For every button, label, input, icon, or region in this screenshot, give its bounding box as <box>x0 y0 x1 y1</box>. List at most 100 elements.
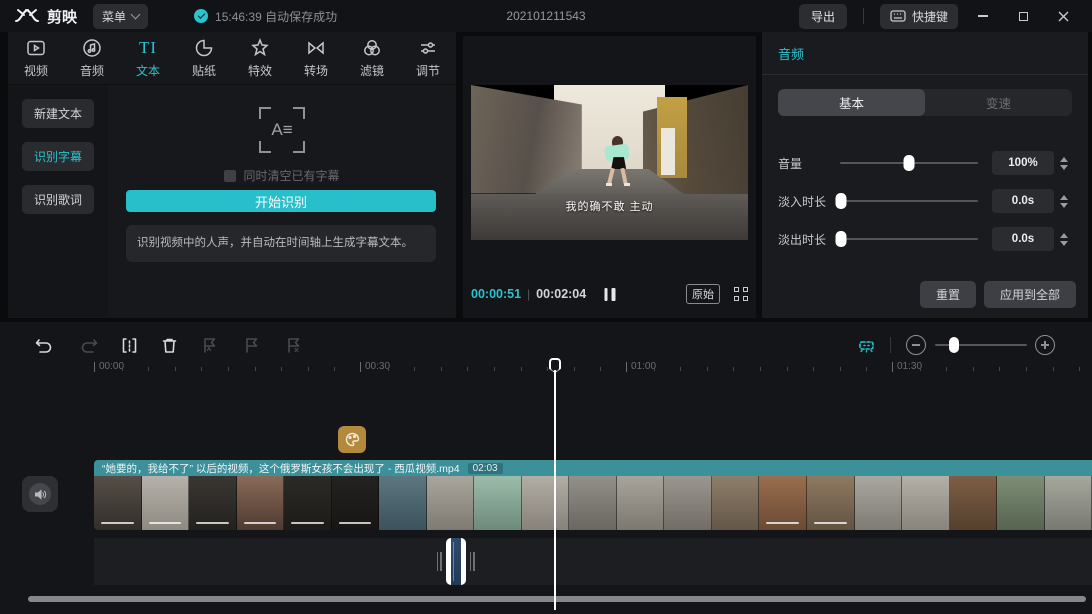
redo-button[interactable] <box>74 330 104 360</box>
fullscreen-button[interactable] <box>734 287 748 301</box>
auto-snap-button[interactable] <box>851 330 881 360</box>
undo-button[interactable] <box>28 330 58 360</box>
clip-thumbnail <box>854 476 903 530</box>
original-ratio-button[interactable]: 原始 <box>686 284 720 304</box>
recognition-description: 识别视频中的人声，并自动在时间轴上生成字幕文本。 <box>126 225 436 262</box>
close-icon <box>1058 11 1068 21</box>
jianying-logo-icon <box>15 9 39 22</box>
tab-adjust[interactable]: 调节 <box>400 32 456 84</box>
audio-icon <box>83 38 101 57</box>
timeline-zoom-slider[interactable] <box>935 337 1027 353</box>
total-time: 00:02:04 <box>536 287 587 301</box>
slider-handle[interactable] <box>835 193 847 209</box>
volume-value[interactable]: 100% <box>992 151 1054 175</box>
slider-handle[interactable] <box>835 231 847 247</box>
fade-out-value[interactable]: 0.0s <box>992 227 1054 251</box>
clip-thumbnail <box>94 476 142 530</box>
tab-basic[interactable]: 基本 <box>778 89 925 116</box>
text-recognition-icon: A≡ <box>259 107 305 153</box>
close-button[interactable] <box>1048 4 1078 28</box>
fullscreen-icon <box>734 287 739 292</box>
redo-icon <box>81 338 97 353</box>
speaker-icon <box>34 488 46 500</box>
zoom-in-button[interactable] <box>1035 335 1055 355</box>
app-logo: 剪映 <box>14 6 77 27</box>
split-button[interactable] <box>114 330 144 360</box>
fade-out-slider[interactable] <box>835 231 978 247</box>
volume-stepper[interactable] <box>1054 151 1074 175</box>
clip-right-handle[interactable] <box>470 552 475 571</box>
horizontal-scrollbar[interactable] <box>28 596 1086 602</box>
slider-handle[interactable] <box>903 155 915 171</box>
tab-transition[interactable]: 转场 <box>288 32 344 84</box>
delete-button[interactable] <box>154 330 184 360</box>
clip-thumbnail <box>616 476 665 530</box>
secondary-track[interactable] <box>94 538 1092 585</box>
clip-title: “她要的，我给不了” 以后的视频，这个俄罗斯女孩不会出现了 - 西瓜视频.mp4 <box>102 462 460 475</box>
sidebar-item-new-text[interactable]: 新建文本 <box>22 99 94 128</box>
pause-button[interactable] <box>604 287 615 301</box>
minimize-icon <box>978 15 988 17</box>
shortcuts-button[interactable]: 快捷键 <box>879 3 958 29</box>
tab-text[interactable]: TI 文本 <box>120 32 176 84</box>
maximize-icon <box>1018 11 1028 21</box>
media-sidebar: 新建文本 识别字幕 识别歌词 <box>8 85 108 317</box>
fade-in-row: 淡入时长 0.0s <box>778 189 1074 213</box>
clip-left-handle[interactable] <box>437 552 442 571</box>
clear-existing-subtitles-checkbox[interactable]: 同时清空已有字幕 <box>108 167 456 184</box>
clip-duration-badge: 02:03 <box>467 462 503 474</box>
start-recognition-button[interactable]: 开始识别 <box>126 190 436 212</box>
fade-in-stepper[interactable] <box>1054 189 1074 213</box>
fade-in-slider[interactable] <box>835 193 978 209</box>
apply-to-all-button[interactable]: 应用到全部 <box>983 281 1076 308</box>
sticker-icon <box>195 39 213 56</box>
reset-button[interactable]: 重置 <box>919 281 976 308</box>
split-icon <box>122 337 136 353</box>
fade-out-stepper[interactable] <box>1054 227 1074 251</box>
timeline-panel: 00:00 00:30 01:00 01:30 “她要的，我给不了” 以后的视频，这个… <box>0 322 1092 614</box>
volume-slider[interactable] <box>840 155 978 171</box>
media-tab-bar: 视频 音频 TI 文本 贴纸 特效 转场 滤镜 调节 <box>8 32 456 85</box>
maximize-button[interactable] <box>1008 4 1038 28</box>
tab-audio[interactable]: 音频 <box>64 32 120 84</box>
clip-thumbnail <box>189 476 237 530</box>
zoom-slider-handle[interactable] <box>949 337 959 353</box>
tab-filter[interactable]: 滤镜 <box>344 32 400 84</box>
clip-thumbnail <box>379 476 427 530</box>
menu-button[interactable]: 菜单 <box>93 3 149 29</box>
undo-icon <box>35 338 51 353</box>
step-up-icon <box>1060 156 1068 162</box>
tab-speed[interactable]: 变速 <box>925 89 1072 116</box>
sidebar-item-recognize-subtitles[interactable]: 识别字幕 <box>22 142 94 171</box>
fade-in-value[interactable]: 0.0s <box>992 189 1054 213</box>
tab-video[interactable]: 视频 <box>8 32 64 84</box>
flag-button[interactable] <box>236 330 266 360</box>
clip-thumbnail <box>284 476 332 530</box>
zoom-out-button[interactable] <box>906 335 926 355</box>
flag-icon <box>245 337 257 353</box>
tab-sticker[interactable]: 贴纸 <box>176 32 232 84</box>
clip-thumbnail <box>1044 476 1092 530</box>
trash-icon <box>162 338 176 353</box>
clip-thumbnails <box>94 476 1092 530</box>
ruler-label: 00:00 <box>93 361 125 372</box>
minimize-button[interactable] <box>968 4 998 28</box>
current-time: 00:00:51 <box>471 287 522 301</box>
clip-header: “她要的，我给不了” 以后的视频，这个俄罗斯女孩不会出现了 - 西瓜视频.mp4… <box>94 460 1092 476</box>
tab-effects[interactable]: 特效 <box>232 32 288 84</box>
track-mute-button[interactable] <box>22 476 58 512</box>
media-panel: 视频 音频 TI 文本 贴纸 特效 转场 滤镜 调节 新建文本 识别字幕 识别歌… <box>8 32 456 318</box>
titlebar: 剪映 菜单 15:46:39 自动保存成功 202101211543 导出 快捷… <box>0 0 1092 32</box>
remove-flag-button[interactable] <box>278 330 308 360</box>
adjustment-clip-chip[interactable] <box>338 426 366 453</box>
inspector-title: 音频 <box>762 32 1088 75</box>
selected-clip[interactable] <box>437 538 475 585</box>
auto-caption-flag-button[interactable] <box>194 330 224 360</box>
clip-thumbnail <box>569 476 617 530</box>
clip-thumbnail <box>521 476 570 530</box>
video-clip[interactable]: “她要的，我给不了” 以后的视频，这个俄罗斯女孩不会出现了 - 西瓜视频.mp4… <box>94 460 1092 530</box>
sidebar-item-recognize-lyrics[interactable]: 识别歌词 <box>22 185 94 214</box>
video-preview[interactable]: 我的确不敢 主动 <box>471 85 748 240</box>
time-ruler[interactable]: 00:00 00:30 01:00 01:30 <box>0 358 1092 380</box>
export-button[interactable]: 导出 <box>798 3 847 29</box>
